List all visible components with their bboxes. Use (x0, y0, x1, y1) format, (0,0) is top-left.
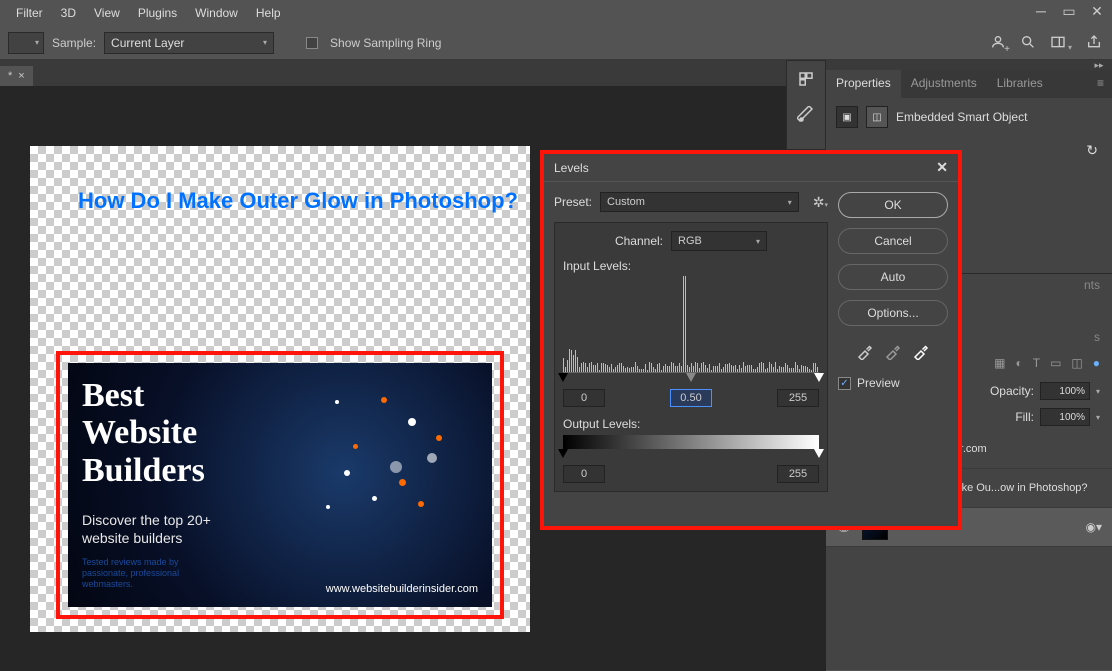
black-eyedropper-icon[interactable] (856, 342, 874, 360)
show-sampling-label: Show Sampling Ring (330, 36, 441, 50)
auto-button[interactable]: Auto (838, 264, 948, 290)
preview-checkbox[interactable]: ✓ (838, 377, 851, 390)
filter-smart-icon[interactable]: ◫ (1071, 356, 1082, 370)
properties-type-row: ▣ ◫ Embedded Smart Object (826, 98, 1112, 136)
dialog-titlebar[interactable]: Levels ✕ (544, 154, 958, 182)
preset-menu-icon[interactable]: ✲▾ (813, 194, 828, 211)
channel-dropdown[interactable]: RGB▾ (671, 231, 767, 251)
thumbnail-selection[interactable]: Best Website Builders Discover the top 2… (56, 351, 504, 619)
filter-pixel-icon[interactable]: ▦ (994, 356, 1005, 370)
show-sampling-checkbox[interactable] (306, 37, 318, 49)
ok-button[interactable]: OK (838, 192, 948, 218)
output-black-slider[interactable] (558, 449, 568, 458)
dialog-close-icon[interactable]: ✕ (936, 159, 948, 176)
white-eyedropper-icon[interactable] (912, 342, 930, 360)
tab-libraries[interactable]: Libraries (987, 70, 1053, 98)
minimize-button[interactable]: ─ (1032, 4, 1050, 18)
input-gamma-field[interactable] (670, 389, 712, 407)
share-icon[interactable] (1086, 34, 1102, 53)
output-white-field[interactable] (777, 465, 819, 483)
history-panel-icon[interactable] (787, 61, 825, 97)
brush-panel-icon[interactable] (787, 97, 825, 133)
tab-close-icon[interactable]: × (18, 70, 24, 82)
smart-filter-icon[interactable]: ◉▾ (1086, 520, 1103, 534)
close-button[interactable]: ✕ (1088, 4, 1106, 18)
filter-dot-icon[interactable]: ● (1093, 356, 1100, 370)
histogram[interactable] (563, 277, 819, 373)
canvas-title-text: How Do I Make Outer Glow in Photoshop? (78, 188, 518, 214)
object-type-label: Embedded Smart Object (896, 110, 1027, 124)
menu-filter[interactable]: Filter (8, 2, 51, 24)
black-point-slider[interactable] (558, 373, 568, 382)
filter-adjust-icon[interactable]: ◐ (1015, 356, 1022, 370)
maximize-button[interactable]: ▭ (1060, 4, 1078, 18)
output-black-field[interactable] (563, 465, 605, 483)
filter-shape-icon[interactable]: ▭ (1050, 356, 1061, 370)
reset-transform-icon[interactable]: ↻ (1086, 142, 1098, 159)
input-white-field[interactable] (777, 389, 819, 407)
preset-dropdown[interactable]: Custom▾ (600, 192, 799, 212)
sample-label: Sample: (52, 36, 96, 50)
menu-window[interactable]: Window (187, 2, 246, 24)
preview-label: Preview (857, 376, 900, 390)
panel-menu-icon[interactable]: ≡ (1089, 70, 1112, 98)
output-white-slider[interactable] (814, 449, 824, 458)
thumb-decoration (298, 383, 482, 557)
tab-properties[interactable]: Properties (826, 70, 901, 98)
options-bar: ▾ Sample: Current Layer▾ Show Sampling R… (0, 26, 1112, 60)
window-controls: ─ ▭ ✕ (1032, 4, 1106, 18)
cloud-user-icon[interactable]: + (990, 34, 1006, 53)
menubar: Filter 3D View Plugins Window Help (0, 0, 1112, 26)
tab-adjustments[interactable]: Adjustments (901, 70, 987, 98)
thumb-subheading: Discover the top 20+ website builders (82, 511, 211, 547)
filter-type-icon[interactable]: T (1033, 356, 1040, 370)
menu-help[interactable]: Help (248, 2, 289, 24)
levels-histogram-box: Channel: RGB▾ Input Levels: Ou (554, 222, 828, 492)
input-black-field[interactable] (563, 389, 605, 407)
opacity-label: Opacity: (990, 384, 1034, 398)
thumb-url: www.websitebuilderinsider.com (326, 583, 478, 595)
document-tab[interactable]: *× (0, 66, 33, 86)
smart-object-icon: ▣ (836, 106, 858, 128)
input-levels-label: Input Levels: (563, 259, 819, 273)
thumb-caption: Tested reviews made by passionate, profe… (82, 557, 179, 589)
fill-value[interactable]: 100% (1040, 408, 1090, 426)
dialog-title: Levels (554, 161, 589, 175)
input-sliders[interactable] (563, 373, 819, 385)
gamma-slider[interactable] (686, 373, 696, 382)
preset-label: Preset: (554, 195, 592, 209)
menu-view[interactable]: View (86, 2, 128, 24)
sample-layer-dropdown[interactable]: Current Layer▾ (104, 32, 274, 54)
output-gradient[interactable] (563, 435, 819, 449)
collapsed-panel-strip (786, 60, 826, 150)
thumb-heading: Best Website Builders (82, 377, 205, 489)
link-icon: ◫ (866, 106, 888, 128)
gray-eyedropper-icon[interactable] (884, 342, 902, 360)
output-levels-label: Output Levels: (563, 417, 819, 431)
channel-label: Channel: (615, 234, 663, 248)
search-icon[interactable] (1020, 34, 1036, 53)
properties-panel-tabs: Properties Adjustments Libraries ≡ (826, 70, 1112, 98)
thumbnail-image: Best Website Builders Discover the top 2… (68, 363, 492, 607)
header-right-icons: + ▾ (990, 34, 1102, 53)
sample-size-dropdown[interactable]: ▾ (8, 32, 44, 54)
white-point-slider[interactable] (814, 373, 824, 382)
opacity-value[interactable]: 100% (1040, 382, 1090, 400)
levels-dialog: Levels ✕ Preset: Custom▾ ✲▾ Channel: RGB… (540, 150, 962, 530)
menu-3d[interactable]: 3D (53, 2, 84, 24)
workspace-icon[interactable]: ▾ (1050, 34, 1072, 53)
options-button[interactable]: Options... (838, 300, 948, 326)
menu-plugins[interactable]: Plugins (130, 2, 185, 24)
fill-label: Fill: (1015, 410, 1034, 424)
cancel-button[interactable]: Cancel (838, 228, 948, 254)
output-sliders[interactable] (563, 449, 819, 461)
eyedropper-group (838, 342, 948, 360)
